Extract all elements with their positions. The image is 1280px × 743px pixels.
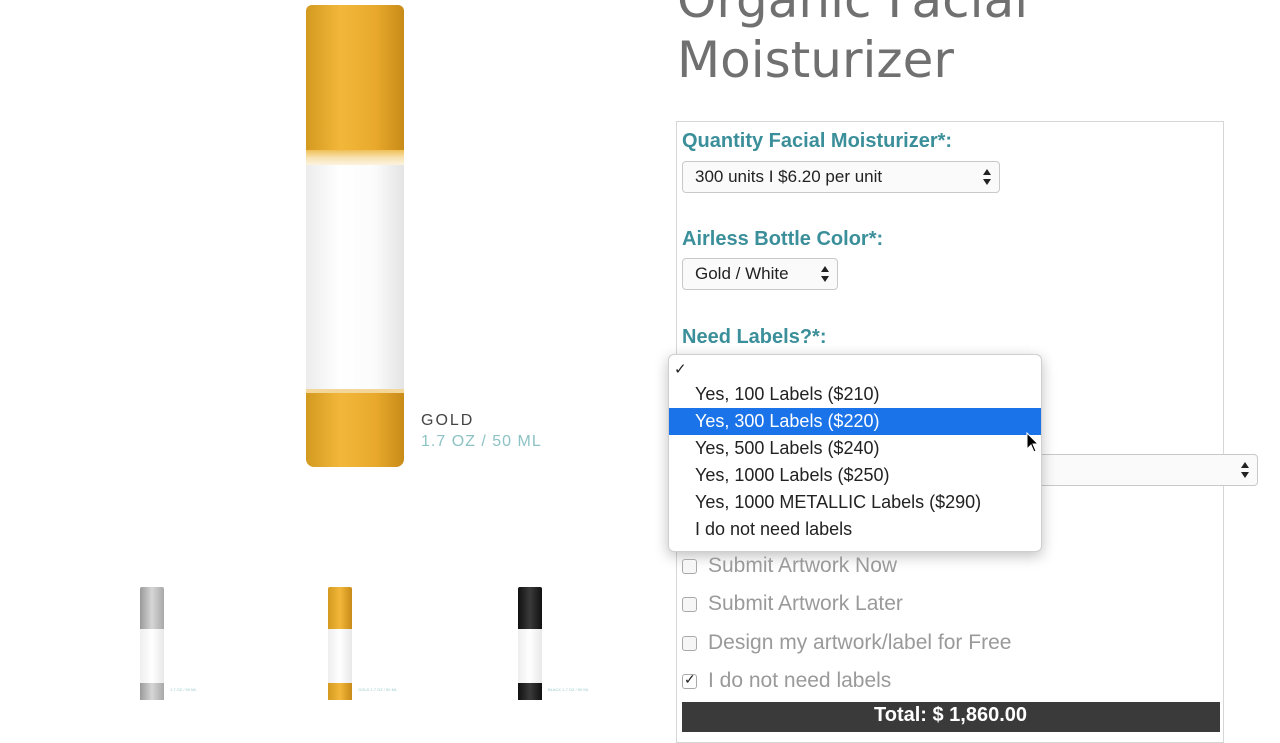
- checkbox-label: Submit Artwork Now: [708, 554, 898, 577]
- thumbnail-cap: [140, 587, 164, 629]
- dropdown-option[interactable]: I do not need labels: [669, 516, 1041, 543]
- select-arrows-icon: [1240, 461, 1250, 479]
- select-arrows-icon: [982, 168, 992, 186]
- thumbnail-base: [328, 683, 352, 700]
- bottle-cap: [306, 5, 404, 150]
- labels-dropdown-menu: Yes, 100 Labels ($210) Yes, 300 Labels (…: [668, 354, 1042, 552]
- thumbnail-body: [518, 629, 542, 683]
- bottle-color-label: Airless Bottle Color*:: [682, 228, 884, 250]
- thumbnail-silver[interactable]: 1.7 OZ / 50 ML: [140, 581, 230, 706]
- thumbnail-gold[interactable]: GOLD 1.7 OZ / 50 ML: [328, 581, 418, 706]
- checkbox-label: Submit Artwork Later: [708, 592, 903, 615]
- thumbnail-base: [518, 683, 542, 700]
- thumbnail-cap: [328, 587, 352, 629]
- checkbox-label: I do not need labels: [708, 669, 892, 692]
- thumbnail-caption: BLACK 1.7 OZ / 50 ML: [548, 687, 589, 692]
- checkmark-icon: ✓: [674, 361, 687, 378]
- thumbnail-base: [140, 683, 164, 700]
- total-amount: Total: $ 1,860.00: [874, 704, 1028, 726]
- dropdown-option-highlighted[interactable]: Yes, 300 Labels ($220): [669, 408, 1041, 435]
- thumbnail-cap: [518, 587, 542, 629]
- thumbnail-caption: 1.7 OZ / 50 ML: [170, 687, 197, 692]
- dropdown-option[interactable]: Yes, 500 Labels ($240): [669, 435, 1041, 462]
- dropdown-option[interactable]: Yes, 100 Labels ($210): [669, 381, 1041, 408]
- checkbox[interactable]: [682, 559, 697, 574]
- thumbnail-body: [328, 629, 352, 683]
- variant-name: GOLD: [421, 412, 475, 429]
- variant-size: 1.7 OZ / 50 ML: [421, 433, 542, 450]
- checkbox[interactable]: [682, 597, 697, 612]
- bottle-color-select[interactable]: Gold / White: [682, 258, 838, 290]
- checkbox[interactable]: [682, 636, 697, 651]
- thumbnail-body: [140, 629, 164, 683]
- quantity-select[interactable]: 300 units I $6.20 per unit: [682, 161, 1000, 193]
- dropdown-option-empty[interactable]: [669, 357, 1041, 384]
- bottle-body: [306, 165, 404, 395]
- thumbnail-black[interactable]: BLACK 1.7 OZ / 50 ML: [518, 581, 608, 706]
- checkbox-checked[interactable]: [682, 671, 697, 689]
- checkbox-label: Design my artwork/label for Free: [708, 631, 1012, 654]
- product-title: Organic Facial Moisturizer: [677, 0, 1117, 90]
- bottle-base: [306, 393, 404, 467]
- bottle-color-select-value: Gold / White: [695, 264, 789, 283]
- select-arrows-icon: [820, 265, 830, 283]
- mouse-cursor-icon: [1026, 432, 1040, 453]
- product-title-text: Organic Facial Moisturizer: [677, 0, 1029, 89]
- product-image: [306, 5, 404, 467]
- dropdown-option[interactable]: Yes, 1000 METALLIC Labels ($290): [669, 489, 1041, 516]
- thumbnail-caption: GOLD 1.7 OZ / 50 ML: [358, 687, 398, 692]
- quantity-select-value: 300 units I $6.20 per unit: [695, 167, 883, 186]
- labels-label: Need Labels?*:: [682, 326, 827, 348]
- quantity-label: Quantity Facial Moisturizer*:: [682, 130, 953, 152]
- dropdown-option[interactable]: Yes, 1000 Labels ($250): [669, 462, 1041, 489]
